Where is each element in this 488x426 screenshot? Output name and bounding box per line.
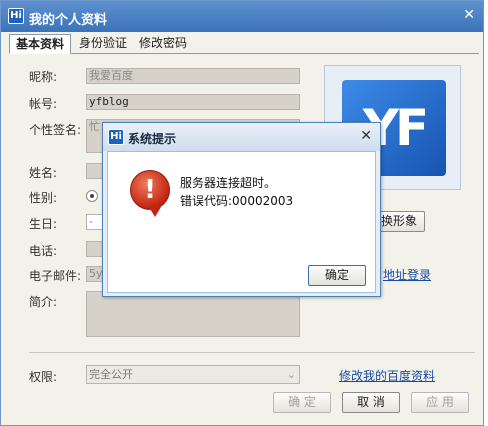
system-alert-dialog: Hi 系统提示 ✕ ! 服务器连接超时。 错误代码:00002003 确定 [102, 122, 381, 297]
divider [29, 352, 475, 353]
tab-identity-verification[interactable]: 身份验证 [73, 34, 133, 54]
intro-field[interactable] [86, 291, 300, 337]
account-field[interactable]: yfblog [86, 94, 300, 110]
birthday-label: 生日: [29, 217, 58, 231]
close-icon[interactable]: ✕ [360, 129, 372, 143]
error-icon: ! [130, 170, 170, 217]
ok-button[interactable]: 确 定 [273, 392, 331, 413]
tab-change-password[interactable]: 修改密码 [133, 34, 193, 54]
baidu-hi-logo-icon: Hi [108, 129, 124, 145]
error-code: 错误代码:00002003 [180, 194, 294, 208]
dialog-ok-button[interactable]: 确定 [308, 265, 366, 286]
close-icon[interactable]: ✕ [463, 8, 475, 22]
dialog-title-bar: Hi 系统提示 ✕ [103, 123, 380, 151]
tab-bar: 基本资料 身份验证 修改密码 [9, 34, 479, 54]
tab-basic-info[interactable]: 基本资料 [9, 34, 72, 54]
edit-baidu-profile-link[interactable]: 修改我的百度资料 [339, 367, 435, 384]
baidu-hi-logo-icon: Hi [8, 8, 24, 24]
gender-radio[interactable] [86, 190, 98, 202]
intro-label: 简介: [29, 295, 58, 309]
name-label: 姓名: [29, 166, 58, 180]
nickname-label: 昵称: [29, 70, 58, 84]
cancel-button[interactable]: 取 消 [342, 392, 400, 413]
signature-label: 个性签名: [29, 123, 82, 137]
dialog-title: 系统提示 [128, 132, 177, 146]
window-title: 我的个人资料 [29, 13, 108, 28]
dialog-body: ! 服务器连接超时。 错误代码:00002003 确定 [107, 151, 376, 293]
nickname-field[interactable]: 我爱百度 [86, 68, 300, 84]
chevron-down-icon: ⌄ [286, 368, 296, 381]
permission-label: 权限: [29, 370, 58, 384]
apply-button[interactable]: 应 用 [411, 392, 469, 413]
phone-label: 电话: [29, 244, 58, 258]
gender-label: 性别: [29, 191, 58, 205]
account-label: 帐号: [29, 97, 58, 111]
login-address-link[interactable]: 地址登录 [383, 266, 431, 283]
error-message: 服务器连接超时。 [180, 176, 277, 190]
email-label: 电子邮件: [29, 269, 82, 283]
title-bar: Hi 我的个人资料 ✕ [1, 1, 483, 32]
permission-select[interactable]: 完全公开 ⌄ [86, 365, 300, 384]
